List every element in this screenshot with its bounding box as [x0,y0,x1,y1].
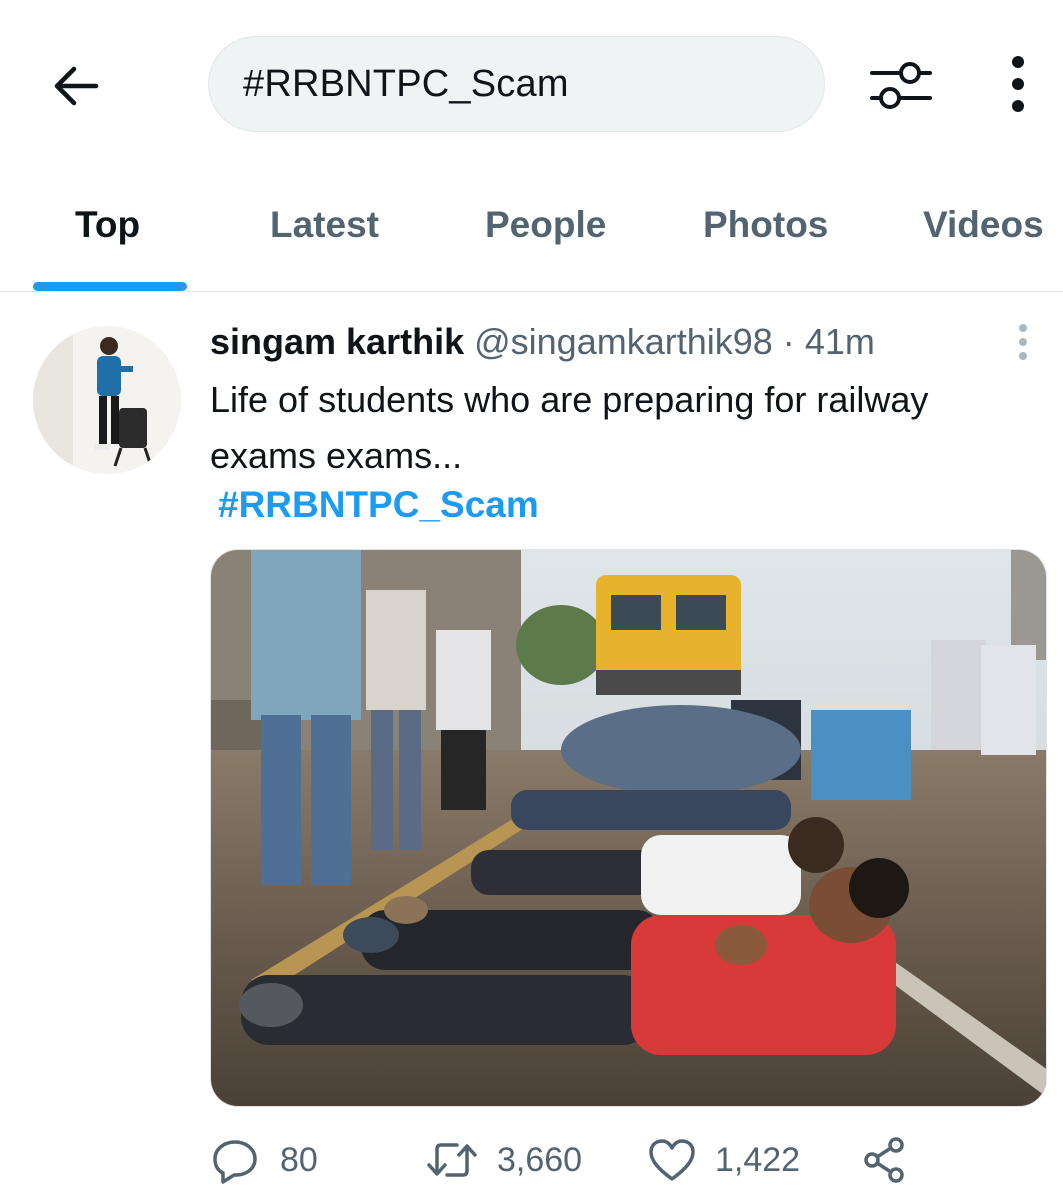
more-options-button[interactable] [996,52,1040,116]
retweet-icon [427,1143,477,1177]
retweet-count: 3,660 [497,1140,583,1179]
tweet-text: Life of students who are preparing for r… [210,379,929,476]
share-button[interactable] [860,1130,908,1190]
search-input[interactable]: #RRBNTPC_Scam [208,36,825,132]
top-bar: #RRBNTPC_Scam [0,0,1063,170]
tab-latest[interactable]: Latest [270,204,379,246]
tab-photos[interactable]: Photos [703,204,828,246]
header-separator: · [782,321,795,362]
author-name[interactable]: singam karthik [210,321,464,362]
reply-button[interactable]: 80 [210,1130,318,1190]
tweet-header: singam karthik @singamkarthik98 · 41m [210,318,1010,366]
tweet-actions: 80 3,660 1,422 [210,1130,1010,1190]
protest-photo [211,550,1046,1106]
speech-bubble-icon [213,1140,257,1184]
retweet-button[interactable]: 3,660 [425,1130,582,1190]
vertical-ellipsis-icon [1012,56,1024,112]
arrow-left-icon [54,66,99,106]
search-query: #RRBNTPC_Scam [243,62,569,105]
tweet-photo[interactable] [210,549,1047,1107]
author-handle[interactable]: @singamkarthik98 [474,321,773,362]
tweet-time[interactable]: 41m [805,321,875,362]
tab-people[interactable]: People [485,204,606,246]
like-button[interactable]: 1,422 [647,1130,800,1190]
reply-count: 80 [280,1140,318,1179]
tweet-hashtag-link[interactable]: #RRBNTPC_Scam [218,484,539,526]
share-icon [864,1137,904,1183]
search-filter-button[interactable] [866,56,936,116]
back-button[interactable] [48,58,104,114]
sliders-icon [870,62,932,109]
tab-videos[interactable]: Videos [923,204,1044,246]
search-tabs: Top Latest People Photos Videos [0,170,1063,292]
avatar[interactable] [33,326,181,474]
heart-icon [649,1139,695,1181]
active-tab-indicator [33,282,187,291]
avatar-photo [33,326,181,474]
vertical-ellipsis-icon [1019,324,1027,360]
like-count: 1,422 [715,1140,801,1179]
tab-top[interactable]: Top [75,204,140,246]
tweet-more-button[interactable] [1008,322,1038,362]
